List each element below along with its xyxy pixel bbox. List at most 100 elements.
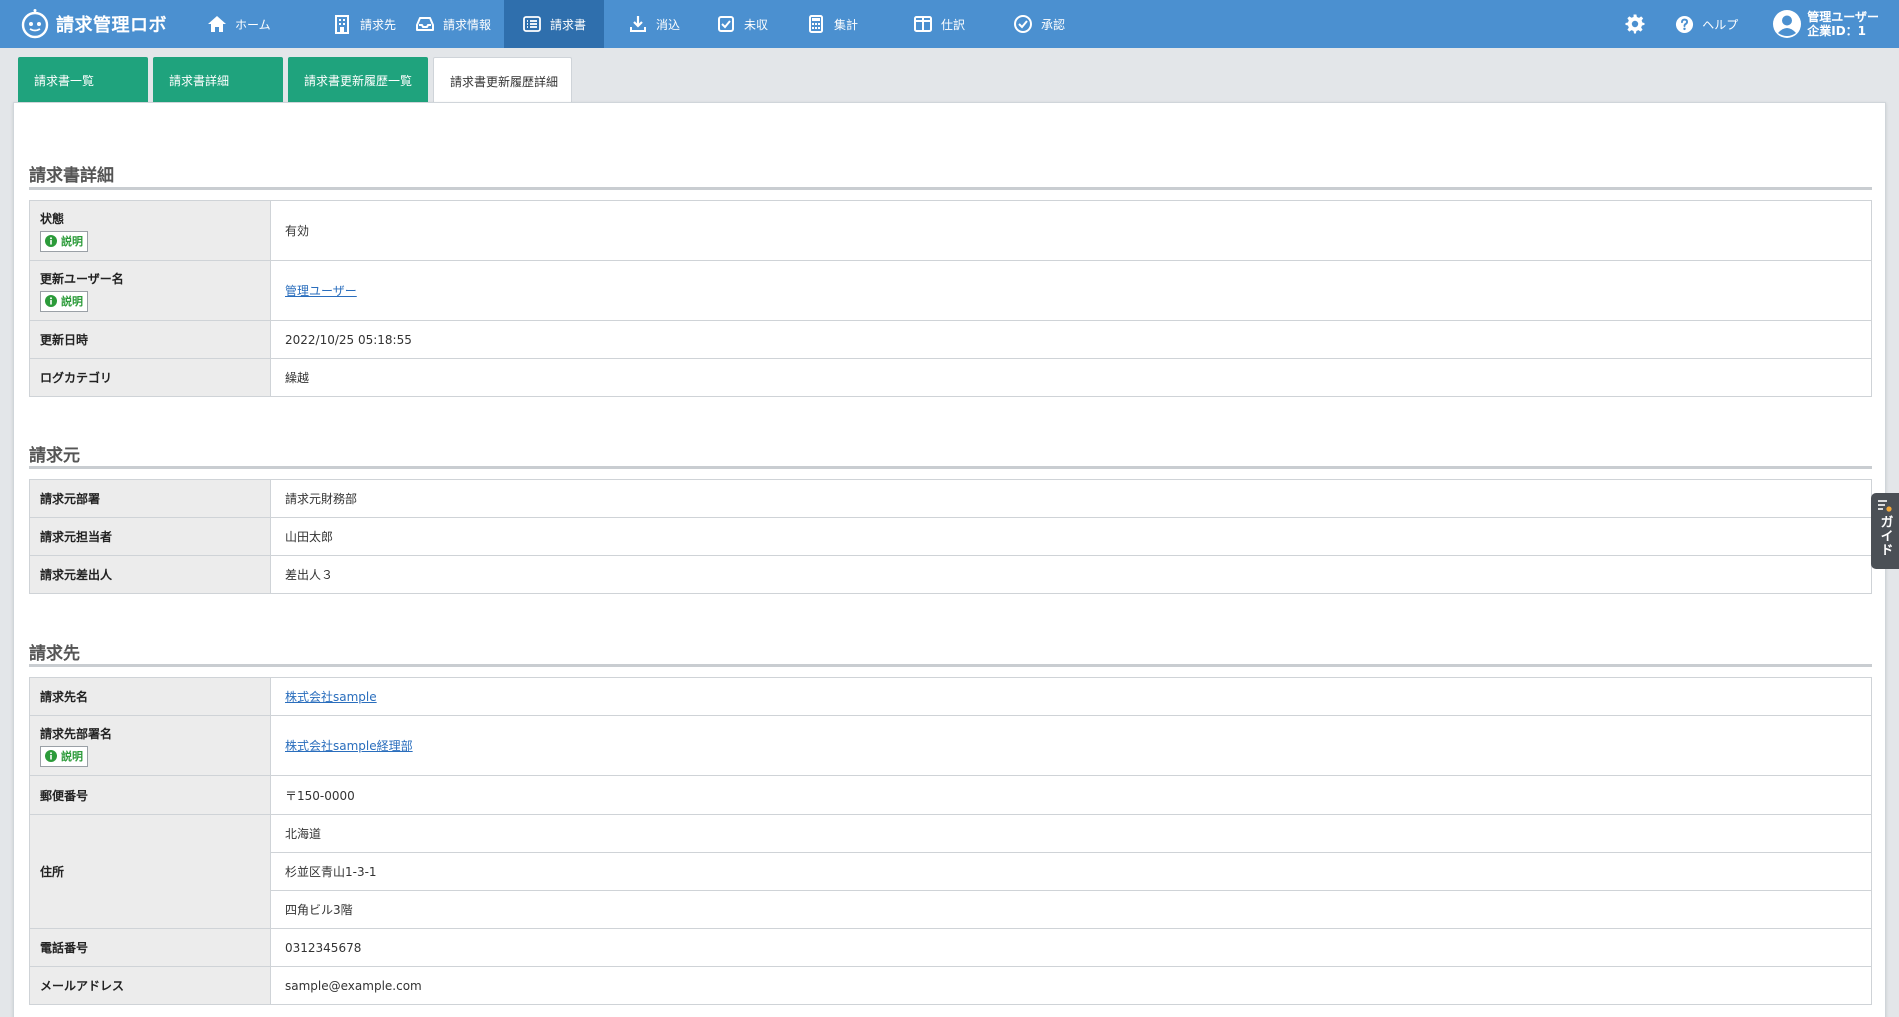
company-id: 企業ID：1 — [1807, 24, 1867, 38]
value-dest-name: 株式会社sample — [270, 677, 1872, 716]
section-divider — [29, 664, 1872, 667]
list-icon — [523, 16, 541, 32]
value-update-user: 管理ユーザー — [270, 260, 1872, 321]
explain-label: 説明 — [61, 295, 83, 308]
row-source-person: 請求元担当者 山田太郎 — [29, 517, 1872, 556]
tab-update-history-list[interactable]: 請求書更新履歴一覧 — [288, 57, 428, 103]
nav-aggregate[interactable]: 集計 — [804, 0, 903, 48]
row-update-user: 更新ユーザー名 説明 管理ユーザー — [29, 260, 1872, 321]
label-source-sender: 請求元差出人 — [29, 555, 271, 594]
tab-invoice-detail[interactable]: 請求書詳細 — [153, 57, 283, 103]
nav-invoice[interactable]: 請求書 — [504, 0, 604, 48]
nav-journal-label: 仕訳 — [941, 17, 966, 32]
section-title-detail: 請求書詳細 — [29, 166, 114, 186]
row-phone: 電話番号 0312345678 — [29, 928, 1872, 967]
explain-button[interactable]: 説明 — [40, 745, 88, 767]
value-updated-at: 2022/10/25 05:18:55 — [270, 320, 1872, 359]
row-address: 杉並区青山1-3-1 — [30, 852, 1872, 891]
brand[interactable]: 請求管理ロボ — [0, 0, 195, 48]
row-source-department: 請求元部署 請求元財務部 — [29, 479, 1872, 518]
user-menu[interactable]: 管理ユーザー 企業ID：1 — [1772, 9, 1879, 39]
gear-icon[interactable] — [1625, 14, 1645, 34]
info-icon — [45, 295, 57, 307]
guide-tab[interactable]: ガイド — [1871, 493, 1899, 569]
tab-invoice-list[interactable]: 請求書一覧 — [18, 57, 148, 103]
top-navbar: 請求管理ロボ ホーム 請求先 請求情報 請求書 消込 未収 集計 仕訳 承認 ヘ… — [0, 0, 1899, 48]
nav-journal[interactable]: 仕訳 — [903, 0, 1003, 48]
check-circle-icon — [1014, 15, 1032, 33]
row-header: 更新ユーザー名 説明 — [29, 260, 271, 321]
nav-reconcile[interactable]: 消込 — [604, 0, 704, 48]
row-header: 状態 説明 — [29, 200, 271, 261]
label-email: メールアドレス — [29, 966, 271, 1005]
explain-label: 説明 — [61, 235, 83, 248]
dest-name-link[interactable]: 株式会社sample — [285, 690, 377, 704]
row-log-category: ログカテゴリ 繰越 — [29, 358, 1872, 397]
value-address-line1: 北海道 — [270, 814, 1872, 853]
section-divider — [29, 466, 1872, 469]
guide-list-icon — [1878, 500, 1892, 512]
label-source-person: 請求元担当者 — [29, 517, 271, 556]
section-divider — [29, 187, 1872, 190]
value-dest-department: 株式会社sample経理部 — [270, 715, 1872, 776]
home-icon — [208, 16, 226, 32]
row-postal: 郵便番号 〒150-0000 — [29, 775, 1872, 815]
help-button[interactable]: ヘルプ — [1675, 15, 1738, 34]
label-source-department: 請求元部署 — [29, 479, 271, 518]
user-name: 管理ユーザー — [1807, 10, 1879, 24]
row-updated-at: 更新日時 2022/10/25 05:18:55 — [29, 320, 1872, 359]
checkbox-icon — [718, 16, 734, 32]
row-address: 住所 北海道 — [29, 814, 1872, 929]
columns-icon — [914, 16, 932, 32]
label-dest-name: 請求先名 — [29, 677, 271, 716]
value-address-line2: 杉並区青山1-3-1 — [270, 852, 1872, 891]
value-source-sender: 差出人３ — [270, 555, 1872, 594]
nav-approval-label: 承認 — [1041, 17, 1066, 32]
guide-label: ガイド — [1877, 515, 1893, 557]
nav-invoice-label: 請求書 — [550, 17, 587, 32]
nav-approval[interactable]: 承認 — [1003, 0, 1103, 48]
billing-source-table: 請求元部署 請求元財務部 請求元担当者 山田太郎 請求元差出人 差出人３ — [29, 479, 1872, 594]
nav-unpaid-label: 未収 — [744, 17, 769, 32]
user-avatar-icon — [1773, 10, 1802, 38]
nav-aggregate-label: 集計 — [834, 17, 859, 32]
value-log-category: 繰越 — [270, 358, 1872, 397]
value-source-person: 山田太郎 — [270, 517, 1872, 556]
section-title-billing-source: 請求元 — [29, 446, 80, 466]
explain-button[interactable]: 説明 — [40, 290, 88, 312]
label-dest-department: 請求先部署名 — [40, 726, 113, 741]
nav-billing-info-label: 請求情報 — [443, 17, 492, 32]
nav-unpaid[interactable]: 未収 — [704, 0, 804, 48]
label-postal: 郵便番号 — [29, 775, 271, 815]
building-icon — [335, 15, 349, 34]
section-title-billing-dest: 請求先 — [29, 644, 80, 664]
row-status: 状態 説明 有効 — [29, 200, 1872, 261]
tab-update-history-detail[interactable]: 請求書更新履歴詳細 — [433, 57, 572, 104]
dest-department-link[interactable]: 株式会社sample経理部 — [285, 739, 413, 753]
value-phone: 0312345678 — [270, 928, 1872, 967]
row-header: 請求先部署名 説明 — [29, 715, 271, 776]
value-email: sample@example.com — [270, 966, 1872, 1005]
row-source-sender: 請求元差出人 差出人３ — [29, 555, 1872, 594]
label-updated-at: 更新日時 — [29, 320, 271, 359]
update-user-link[interactable]: 管理ユーザー — [285, 284, 357, 298]
nav-billing-info[interactable]: 請求情報 — [413, 0, 504, 48]
row-dest-department: 請求先部署名 説明 株式会社sample経理部 — [29, 715, 1872, 776]
main-panel: 請求書詳細 状態 説明 有効 更新ユーザー名 説明 管理ユーザー 更新日時 20… — [13, 102, 1886, 1017]
billing-dest-table: 請求先名 株式会社sample 請求先部署名 説明 株式会社sample経理部 … — [29, 677, 1872, 1005]
label-phone: 電話番号 — [29, 928, 271, 967]
label-log-category: ログカテゴリ — [29, 358, 271, 397]
nav-billing-dest[interactable]: 請求先 — [318, 0, 413, 48]
question-circle-icon — [1676, 15, 1694, 33]
nav-home[interactable]: ホーム — [195, 0, 318, 48]
app-title: 請求管理ロボ — [56, 15, 167, 36]
label-update-user: 更新ユーザー名 — [40, 271, 124, 286]
robot-logo-icon — [21, 9, 49, 39]
label-address: 住所 — [29, 814, 271, 929]
row-address: 四角ビル3階 — [30, 890, 1872, 929]
value-source-department: 請求元財務部 — [270, 479, 1872, 518]
page-tabs: 請求書一覧 請求書詳細 請求書更新履歴一覧 請求書更新履歴詳細 — [18, 57, 577, 104]
download-icon — [630, 16, 646, 32]
explain-button[interactable]: 説明 — [40, 230, 88, 252]
nav-billing-dest-label: 請求先 — [360, 17, 397, 32]
